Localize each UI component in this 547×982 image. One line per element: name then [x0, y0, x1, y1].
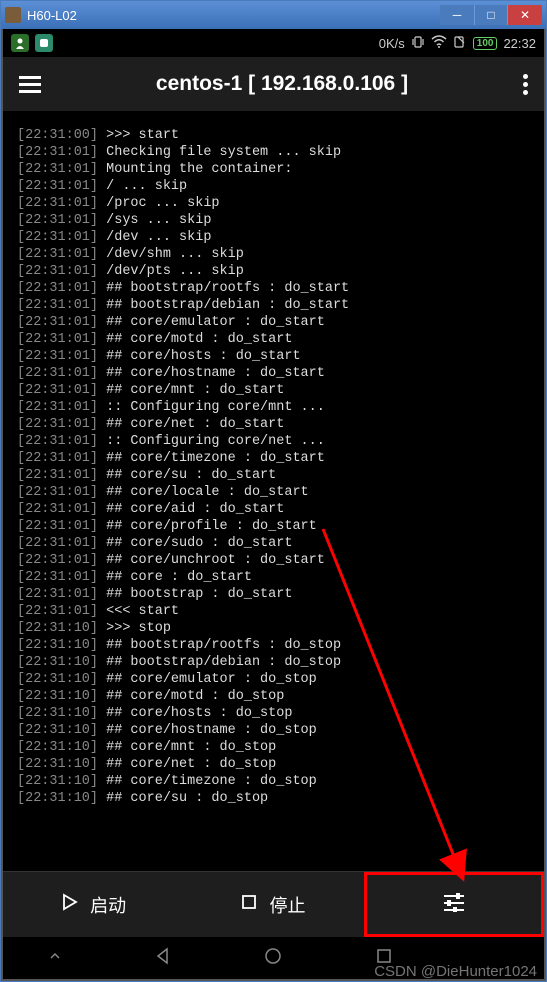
page-title: centos-1 [ 192.168.0.106 ] — [41, 72, 523, 96]
sim-icon — [453, 35, 467, 52]
app-header: centos-1 [ 192.168.0.106 ] — [3, 57, 544, 111]
bottom-toolbar: 启动 停止 — [3, 871, 544, 937]
window-minimize-button[interactable]: ─ — [440, 5, 474, 25]
settings-sliders-icon — [442, 892, 466, 917]
vibrate-icon — [411, 35, 425, 52]
more-options-button[interactable] — [523, 74, 528, 95]
terminal-output[interactable]: [22:31:00] >>> start [22:31:01] Checking… — [3, 111, 544, 871]
window-maximize-button[interactable]: □ — [474, 5, 508, 25]
emulator-titlebar: H60-L02 ─ □ ✕ — [1, 1, 546, 29]
window-close-button[interactable]: ✕ — [508, 5, 542, 25]
stop-label: 停止 — [269, 892, 305, 918]
start-button[interactable]: 启动 — [3, 872, 183, 937]
play-icon — [60, 893, 78, 916]
settings-button[interactable] — [364, 872, 544, 937]
wifi-icon — [431, 35, 447, 52]
android-statusbar: 0K/s 100 22:32 — [3, 29, 544, 57]
statusbar-app-icon-1 — [11, 34, 29, 52]
emulator-app-icon — [5, 7, 21, 23]
nav-back-button[interactable] — [153, 946, 173, 971]
stop-button[interactable]: 停止 — [183, 872, 363, 937]
start-label: 启动 — [90, 892, 126, 918]
nav-expand-icon[interactable] — [48, 949, 62, 968]
nav-home-button[interactable] — [263, 946, 283, 971]
nav-recent-button[interactable] — [374, 946, 394, 971]
battery-indicator: 100 — [473, 37, 498, 50]
emulator-title: H60-L02 — [27, 8, 440, 23]
android-nav-bar — [3, 937, 544, 979]
menu-button[interactable] — [19, 76, 41, 93]
network-speed: 0K/s — [379, 36, 405, 51]
statusbar-time: 22:32 — [503, 36, 536, 51]
stop-icon — [241, 894, 257, 915]
statusbar-app-icon-2 — [35, 34, 53, 52]
